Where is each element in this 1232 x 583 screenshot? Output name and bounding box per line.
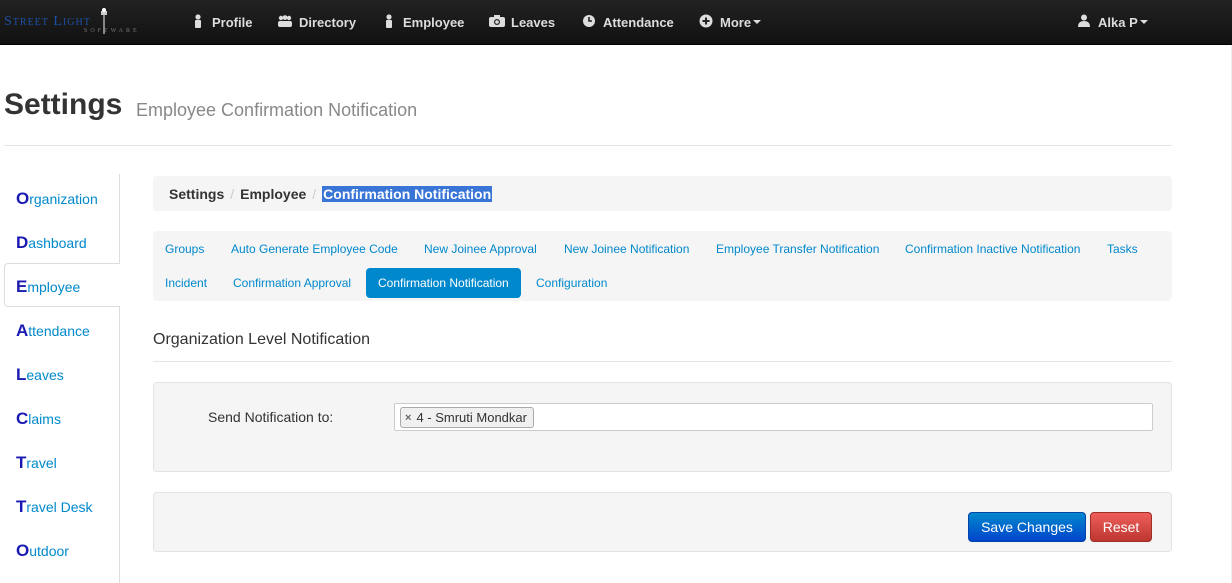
user-icon [190,13,206,31]
user-name: Alka P [1098,14,1138,30]
brand-subtitle: SOFTWARE [84,28,140,34]
nav-employee[interactable]: Employee [381,12,464,32]
sidebar-item-initial: C [16,409,29,428]
nav-employee-label: Employee [403,14,465,30]
sidebar-item-initial: O [16,541,30,560]
sidebar-item-attendance[interactable]: Attendance [16,317,90,339]
top-navbar: Street Light SOFTWARE Profile Directory … [0,0,1232,45]
sidebar-item-initial: E [16,277,28,296]
tab-confirmation-notification[interactable]: Confirmation Notification [366,268,521,298]
sidebar-item-initial: T [16,453,27,472]
nav-profile[interactable]: Profile [190,12,252,32]
sidebar-item-label: laims [28,411,61,427]
nav-more-label: More [720,14,752,30]
settings-tabs: Groups Auto Generate Employee Code New J… [153,231,1172,301]
tab-confirmation-inactive-notification[interactable]: Confirmation Inactive Notification [893,234,1092,264]
tab-confirmation-approval[interactable]: Confirmation Approval [221,268,363,298]
sidebar-item-label: mployee [27,279,81,295]
sidebar-item-initial: T [16,497,27,516]
recipient-multiselect[interactable]: × 4 - Smruti Mondkar [394,403,1153,431]
recipient-chip-label: 4 - Smruti Mondkar [416,410,527,425]
sidebar-item-travel[interactable]: Travel [16,449,57,471]
page-title: Settings [4,88,123,121]
sidebar-item-label: ttendance [28,323,90,339]
remove-chip-icon[interactable]: × [405,412,411,424]
divider [153,361,1172,362]
save-changes-button[interactable]: Save Changes [968,512,1086,542]
page-subtitle: Employee Confirmation Notification [136,100,418,120]
sidebar-item-organization[interactable]: Organization [16,185,98,207]
breadcrumb-settings[interactable]: Settings [169,186,224,202]
tab-new-joinee-notification[interactable]: New Joinee Notification [552,234,701,264]
sidebar-item-outdoor[interactable]: Outdoor [16,537,69,559]
breadcrumb-employee[interactable]: Employee [240,186,306,202]
tab-auto-generate-employee-code[interactable]: Auto Generate Employee Code [219,234,410,264]
send-notification-label: Send Notification to: [208,409,334,425]
tab-configuration[interactable]: Configuration [524,268,619,298]
form-actions: Save Changes Reset [153,492,1172,552]
user-icon [381,13,397,31]
breadcrumb-current: Confirmation Notification [322,185,493,202]
camera-icon [489,14,505,30]
user-icon [1076,14,1092,30]
sidebar-item-label: eaves [26,367,64,383]
notification-form: Send Notification to: × 4 - Smruti Mondk… [153,382,1172,472]
nav-directory[interactable]: Directory [277,12,356,32]
group-icon [277,14,293,30]
sidebar-item-label: ashboard [28,235,87,251]
sidebar-item-travel-desk[interactable]: Travel Desk [16,493,93,515]
sidebar: Organization Dashboard Employee Attendan… [0,174,120,583]
sidebar-item-label: ravel [26,455,57,471]
divider [4,145,1172,146]
tab-new-joinee-approval[interactable]: New Joinee Approval [412,234,549,264]
breadcrumb-separator: / [312,185,317,202]
nav-profile-label: Profile [212,14,253,30]
user-menu[interactable]: Alka P [1076,12,1148,32]
tab-incident[interactable]: Incident [153,268,219,298]
sidebar-item-leaves[interactable]: Leaves [16,361,64,383]
sidebar-item-dashboard[interactable]: Dashboard [16,229,87,251]
plus-circle-icon [698,14,714,31]
tab-employee-transfer-notification[interactable]: Employee Transfer Notification [704,234,891,264]
brand-name: Street Light [4,14,91,29]
sidebar-item-initial: L [16,365,27,384]
chevron-down-icon [753,20,762,24]
nav-directory-label: Directory [299,14,357,30]
chevron-down-icon [1139,20,1148,24]
reset-button[interactable]: Reset [1090,512,1152,542]
nav-leaves-label: Leaves [511,14,556,30]
brand-logo[interactable]: Street Light SOFTWARE [4,6,154,38]
breadcrumb-separator: / [230,185,235,202]
recipient-chip[interactable]: × 4 - Smruti Mondkar [400,407,534,428]
nav-more[interactable]: More [698,12,762,32]
sidebar-item-label: utdoor [29,543,69,559]
sidebar-item-label: rganization [29,191,98,207]
sidebar-item-initial: A [16,321,29,340]
sidebar-item-initial: D [16,233,29,252]
tab-tasks[interactable]: Tasks [1095,234,1150,264]
nav-attendance-label: Attendance [603,14,674,30]
clock-icon [581,14,597,31]
sidebar-item-initial: O [16,189,30,208]
section-title: Organization Level Notification [153,331,371,348]
sidebar-item-label: ravel Desk [26,499,93,515]
breadcrumb: Settings / Employee / Confirmation Notif… [153,176,1172,211]
nav-attendance[interactable]: Attendance [581,12,674,32]
sidebar-item-claims[interactable]: Claims [16,405,61,427]
tab-groups[interactable]: Groups [153,234,216,264]
sidebar-item-employee[interactable]: Employee [16,273,80,295]
nav-leaves[interactable]: Leaves [489,12,555,32]
